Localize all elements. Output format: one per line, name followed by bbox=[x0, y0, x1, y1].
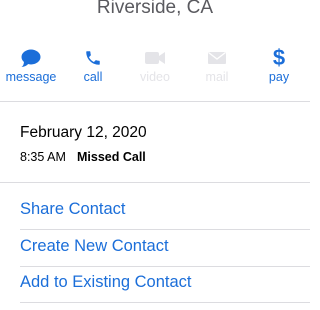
video-icon bbox=[124, 46, 186, 70]
dollar-icon: $ bbox=[272, 45, 286, 70]
separator bbox=[0, 182, 310, 183]
contact-action-bar: message call video mail $ pay bbox=[0, 40, 310, 90]
mail-button[interactable]: mail bbox=[186, 40, 248, 90]
message-button[interactable]: message bbox=[0, 40, 62, 90]
call-label: call bbox=[83, 70, 103, 84]
video-button[interactable]: video bbox=[124, 40, 186, 90]
mail-icon bbox=[186, 46, 248, 70]
call-button[interactable]: call bbox=[62, 40, 124, 90]
call-record: 8:35 AM Missed Call bbox=[20, 150, 146, 164]
mail-label: mail bbox=[205, 70, 229, 84]
pay-label: pay bbox=[268, 70, 290, 84]
call-time: 8:35 AM bbox=[20, 150, 66, 164]
separator bbox=[20, 302, 310, 303]
message-icon bbox=[0, 46, 62, 70]
separator bbox=[20, 229, 310, 230]
add-to-existing-contact-link[interactable]: Add to Existing Contact bbox=[20, 273, 192, 292]
share-contact-link[interactable]: Share Contact bbox=[20, 200, 125, 219]
contact-location: Riverside, CA bbox=[96, 0, 214, 18]
call-status: Missed Call bbox=[77, 150, 146, 164]
phone-icon bbox=[62, 46, 124, 70]
separator bbox=[20, 266, 310, 267]
message-label: message bbox=[5, 70, 57, 84]
pay-button[interactable]: $ pay bbox=[248, 40, 310, 90]
create-new-contact-link[interactable]: Create New Contact bbox=[20, 237, 169, 256]
separator bbox=[0, 101, 310, 102]
video-label: video bbox=[140, 70, 170, 84]
call-date: February 12, 2020 bbox=[20, 124, 147, 141]
